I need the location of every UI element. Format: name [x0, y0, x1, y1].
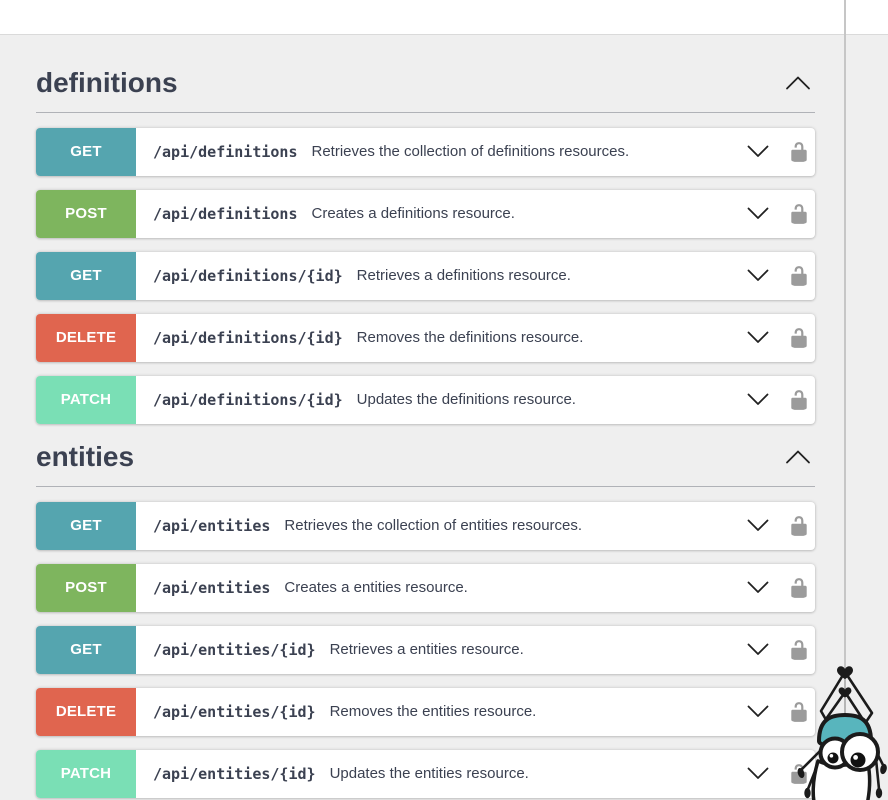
endpoint-description: Retrieves a entities resource.	[330, 641, 524, 658]
endpoint-description: Updates the definitions resource.	[357, 391, 576, 408]
api-operations-panel: definitions GET /api/definitions Retriev…	[0, 64, 888, 798]
unlocked-padlock-icon[interactable]	[788, 514, 810, 538]
http-method-badge: GET	[36, 626, 136, 674]
chevron-down-icon[interactable]	[747, 705, 769, 718]
unlocked-padlock-icon[interactable]	[788, 576, 810, 600]
operation-row[interactable]: GET /api/entities Retrieves the collecti…	[36, 502, 815, 550]
endpoint-path: /api/definitions/{id}	[153, 267, 343, 285]
operation-row[interactable]: DELETE /api/definitions/{id} Removes the…	[36, 314, 815, 362]
operations-list: GET /api/definitions Retrieves the colle…	[36, 128, 815, 424]
operations-list: GET /api/entities Retrieves the collecti…	[36, 502, 815, 798]
unlocked-padlock-icon[interactable]	[788, 264, 810, 288]
endpoint-description: Retrieves the collection of entities res…	[284, 517, 582, 534]
http-method-badge: POST	[36, 564, 136, 612]
http-method-badge: DELETE	[36, 314, 136, 362]
endpoint-path: /api/definitions/{id}	[153, 391, 343, 409]
operation-row[interactable]: GET /api/definitions/{id} Retrieves a de…	[36, 252, 815, 300]
endpoint-path: /api/entities/{id}	[153, 703, 316, 721]
section-header-entities[interactable]: entities	[36, 438, 815, 487]
chevron-down-icon[interactable]	[747, 519, 769, 532]
operation-row[interactable]: POST /api/entities Creates a entities re…	[36, 564, 815, 612]
endpoint-path: /api/definitions/{id}	[153, 329, 343, 347]
chevron-up-icon[interactable]	[785, 450, 811, 464]
operation-row[interactable]: DELETE /api/entities/{id} Removes the en…	[36, 688, 815, 736]
section-definitions: definitions GET /api/definitions Retriev…	[36, 64, 815, 424]
endpoint-path: /api/definitions	[153, 205, 298, 223]
section-header-definitions[interactable]: definitions	[36, 64, 815, 113]
chevron-down-icon[interactable]	[747, 269, 769, 282]
unlocked-padlock-icon[interactable]	[788, 638, 810, 662]
operation-row[interactable]: GET /api/definitions Retrieves the colle…	[36, 128, 815, 176]
chevron-up-icon[interactable]	[785, 76, 811, 90]
http-method-badge: PATCH	[36, 750, 136, 798]
chevron-down-icon[interactable]	[747, 331, 769, 344]
endpoint-path: /api/entities	[153, 517, 270, 535]
chevron-down-icon[interactable]	[747, 643, 769, 656]
chevron-down-icon[interactable]	[747, 393, 769, 406]
unlocked-padlock-icon[interactable]	[788, 326, 810, 350]
endpoint-description: Removes the definitions resource.	[357, 329, 584, 346]
operation-row[interactable]: PATCH /api/entities/{id} Updates the ent…	[36, 750, 815, 798]
chevron-down-icon[interactable]	[747, 207, 769, 220]
operation-row[interactable]: PATCH /api/definitions/{id} Updates the …	[36, 376, 815, 424]
top-strip	[0, 0, 888, 34]
section-entities: entities GET /api/entities Retrieves the…	[36, 438, 815, 798]
endpoint-description: Creates a entities resource.	[284, 579, 467, 596]
chevron-down-icon[interactable]	[747, 581, 769, 594]
endpoint-path: /api/entities	[153, 579, 270, 597]
section-title: entities	[36, 438, 134, 476]
endpoint-description: Creates a definitions resource.	[312, 205, 515, 222]
http-method-badge: DELETE	[36, 688, 136, 736]
http-method-badge: GET	[36, 252, 136, 300]
chevron-down-icon[interactable]	[747, 145, 769, 158]
unlocked-padlock-icon[interactable]	[788, 388, 810, 412]
unlocked-padlock-icon[interactable]	[788, 762, 810, 786]
operation-row[interactable]: POST /api/definitions Creates a definiti…	[36, 190, 815, 238]
endpoint-description: Retrieves the collection of definitions …	[312, 143, 630, 160]
endpoint-description: Retrieves a definitions resource.	[357, 267, 571, 284]
endpoint-path: /api/entities/{id}	[153, 765, 316, 783]
endpoint-description: Updates the entities resource.	[330, 765, 529, 782]
endpoint-path: /api/entities/{id}	[153, 641, 316, 659]
http-method-badge: GET	[36, 502, 136, 550]
operation-row[interactable]: GET /api/entities/{id} Retrieves a entit…	[36, 626, 815, 674]
section-title: definitions	[36, 64, 178, 102]
unlocked-padlock-icon[interactable]	[788, 140, 810, 164]
http-method-badge: POST	[36, 190, 136, 238]
unlocked-padlock-icon[interactable]	[788, 202, 810, 226]
endpoint-description: Removes the entities resource.	[330, 703, 537, 720]
endpoint-path: /api/definitions	[153, 143, 298, 161]
chevron-down-icon[interactable]	[747, 767, 769, 780]
http-method-badge: GET	[36, 128, 136, 176]
unlocked-padlock-icon[interactable]	[788, 700, 810, 724]
http-method-badge: PATCH	[36, 376, 136, 424]
